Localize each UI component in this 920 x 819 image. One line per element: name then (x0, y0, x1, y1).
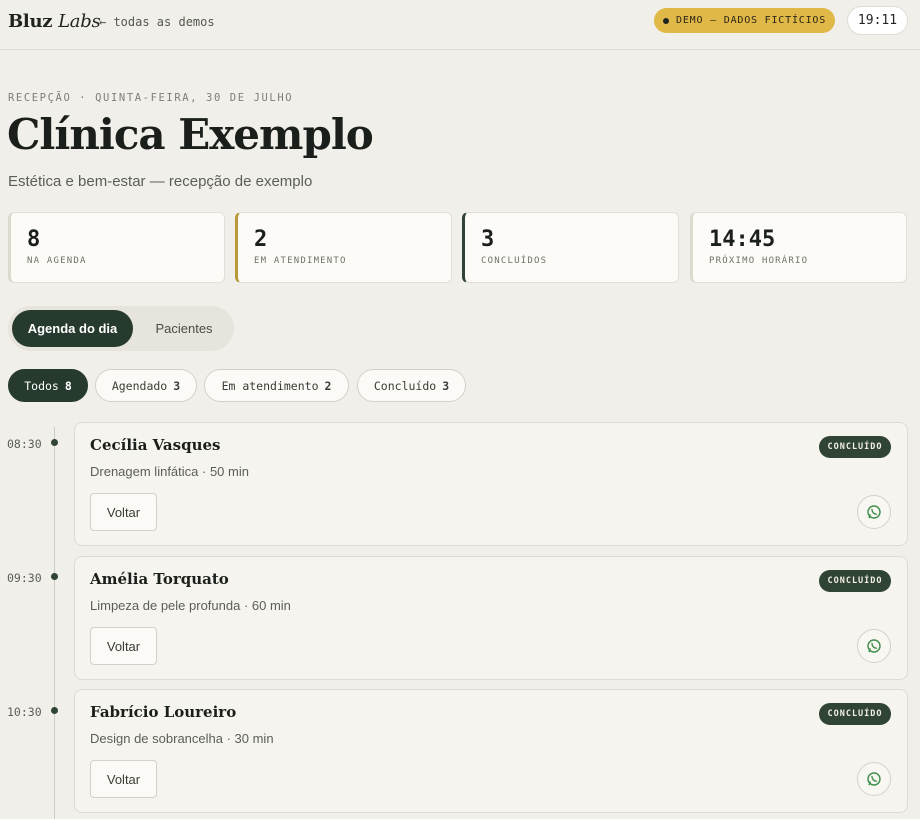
patient-name: Amélia Torquato (90, 570, 229, 588)
stat-value: 2 (254, 227, 268, 252)
voltar-button[interactable]: Voltar (90, 760, 157, 798)
filter-count: 2 (324, 378, 332, 393)
filter-label: Todos (24, 378, 59, 393)
page-eyebrow: RECEPÇÃO · QUINTA-FEIRA, 30 DE JULHO (8, 92, 294, 104)
timeline-dot (51, 573, 58, 580)
whatsapp-icon (867, 772, 881, 786)
stat-card-next-time: 14:45 PRÓXIMO HORÁRIO (690, 212, 907, 283)
status-badge: CONCLUÍDO (819, 436, 891, 458)
patient-name: Fabrício Loureiro (90, 703, 237, 721)
filter-count: 8 (64, 378, 72, 393)
stat-label: PRÓXIMO HORÁRIO (709, 256, 809, 266)
whatsapp-button[interactable] (857, 495, 891, 529)
whatsapp-icon (867, 505, 881, 519)
service-info: Drenagem linfática · 50 min (90, 464, 249, 479)
stat-value: 14:45 (709, 227, 776, 252)
demo-badge-label: DEMO — DADOS FICTÍCIOS (676, 15, 827, 26)
stat-label: EM ATENDIMENTO (254, 256, 347, 266)
stat-label: NA AGENDA (27, 256, 87, 266)
patient-name: Cecília Vasques (90, 436, 221, 454)
tab-agenda[interactable]: Agenda do dia (12, 310, 133, 347)
dot-icon (663, 17, 669, 24)
appointment-card[interactable]: Fabrício Loureiro Design de sobrancelha … (74, 689, 908, 813)
stat-value: 3 (481, 227, 495, 252)
demo-badge: DEMO — DADOS FICTÍCIOS (654, 8, 835, 33)
status-badge: CONCLUÍDO (819, 570, 891, 592)
back-to-demos-link[interactable]: ← todas as demos (99, 15, 215, 29)
voltar-button[interactable]: Voltar (90, 493, 157, 531)
logo-main: Bluz (8, 11, 53, 32)
top-bar: Bluz Labs ← todas as demos DEMO — DADOS … (0, 0, 920, 50)
filter-scheduled[interactable]: Agendado 3 (95, 369, 197, 402)
appointment-card[interactable]: Cecília Vasques Drenagem linfática · 50 … (74, 422, 908, 546)
stat-card-agenda: 8 NA AGENDA (8, 212, 225, 283)
status-badge: CONCLUÍDO (819, 703, 891, 725)
stat-card-completed: 3 CONCLUÍDOS (462, 212, 679, 283)
stat-value: 8 (27, 227, 41, 252)
filter-all[interactable]: Todos 8 (8, 369, 88, 402)
clock: 19:11 (847, 6, 908, 35)
filter-label: Concluído (373, 378, 437, 393)
appointment-card[interactable]: Amélia Torquato Limpeza de pele profunda… (74, 556, 908, 680)
logo[interactable]: Bluz Labs (8, 11, 101, 32)
logo-italic: Labs (58, 11, 101, 32)
filter-count: 3 (173, 378, 181, 393)
whatsapp-button[interactable] (857, 762, 891, 796)
appointment-time: 08:30 (7, 437, 42, 451)
whatsapp-button[interactable] (857, 629, 891, 663)
view-tabs: Agenda do dia Pacientes (8, 306, 234, 351)
service-info: Design de sobrancelha · 30 min (90, 731, 274, 746)
stat-card-in-service: 2 EM ATENDIMENTO (235, 212, 452, 283)
timeline-dot (51, 439, 58, 446)
filter-count: 3 (442, 378, 450, 393)
voltar-button[interactable]: Voltar (90, 627, 157, 665)
filter-completed[interactable]: Concluído 3 (357, 369, 466, 402)
filter-in-service[interactable]: Em atendimento 2 (204, 369, 349, 402)
timeline-dot (51, 707, 58, 714)
stat-label: CONCLUÍDOS (481, 256, 548, 266)
appointment-time: 10:30 (7, 705, 42, 719)
appointment-time: 09:30 (7, 571, 42, 585)
page-subtitle: Estética e bem-estar — recepção de exemp… (8, 173, 313, 190)
timeline-line (54, 427, 55, 819)
page-title: Clínica Exemplo (7, 110, 374, 159)
filter-label: Agendado (111, 378, 168, 393)
whatsapp-icon (867, 639, 881, 653)
tab-patients[interactable]: Pacientes (139, 310, 229, 347)
service-info: Limpeza de pele profunda · 60 min (90, 598, 291, 613)
filter-label: Em atendimento (221, 378, 319, 393)
